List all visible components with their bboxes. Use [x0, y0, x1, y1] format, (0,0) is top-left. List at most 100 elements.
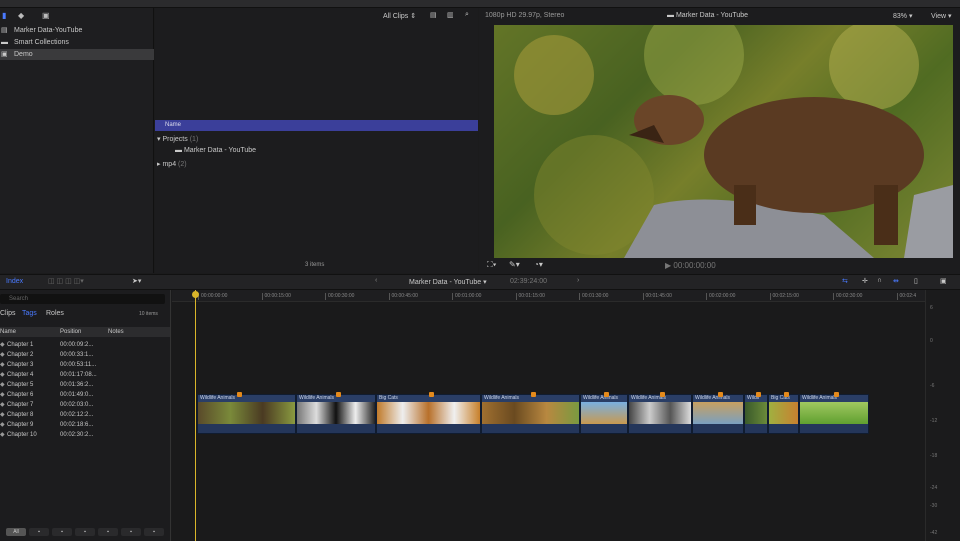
search-input[interactable]: Search [0, 294, 165, 304]
search-icon[interactable]: ⌕ [465, 11, 469, 19]
chapter-marker[interactable] [237, 392, 242, 397]
timeline-clip[interactable]: Wildlife Animals [799, 394, 869, 434]
timeline-clip[interactable]: Wildlife Animals [628, 394, 692, 434]
chapter-marker[interactable] [756, 392, 761, 397]
tab-roles[interactable]: Roles [46, 310, 64, 317]
effects-browser-icon[interactable]: ▣ [940, 277, 947, 285]
chapter-marker-icon: ◆ [0, 352, 5, 358]
projects-group[interactable]: ▾ Projects (1) [157, 135, 198, 143]
smart-collections-item[interactable]: ▬ Smart Collections [0, 37, 154, 48]
filmstrip-icon[interactable]: ▥ [447, 11, 454, 19]
solo-icon[interactable]: ∩ [877, 277, 882, 284]
filter-analysis[interactable]: ▪ [121, 528, 141, 536]
timeline-clip[interactable]: Wildlife Animals [580, 394, 628, 434]
index-button[interactable]: Index [6, 278, 23, 285]
edit-buttons[interactable]: ◫ ◫ ◫ ◫▾ [48, 277, 84, 285]
photos-icon[interactable]: ◆ [18, 11, 24, 20]
event-item-demo[interactable]: ▣ Demo [0, 49, 154, 60]
col-position[interactable]: Position [60, 327, 81, 337]
index-row[interactable]: ◆ Chapter 3 00:00:53:11... [0, 360, 170, 370]
timeline-clip[interactable]: Wildlife Animals [197, 394, 296, 434]
index-row[interactable]: ◆ Chapter 1 00:00:09:2... [0, 340, 170, 350]
titles-icon[interactable]: ▣ [42, 11, 50, 20]
chapter-marker[interactable] [604, 392, 609, 397]
timeline-clip[interactable]: Wildlife Animals [692, 394, 744, 434]
project-icon: ▬ [667, 12, 674, 19]
project-item[interactable]: ▬ Marker Data - YouTube [175, 147, 256, 154]
clip-appearance-icon[interactable]: ▯ [914, 277, 918, 285]
index-row[interactable]: ◆ Chapter 2 00:00:33:1... [0, 350, 170, 360]
bear-image [494, 25, 953, 258]
timeline-clip[interactable]: Wildlife Animals [296, 394, 376, 434]
index-row[interactable]: ◆ Chapter 5 00:01:36:2... [0, 380, 170, 390]
zoom-dropdown[interactable]: 83% ▾ [893, 12, 912, 20]
row-position: 00:00:09:2... [60, 342, 94, 348]
filter-caption[interactable]: ▪ [144, 528, 164, 536]
chapter-marker[interactable] [783, 392, 789, 397]
timeline-clip[interactable]: Wildli [744, 394, 768, 434]
name-column-header[interactable]: Name [155, 120, 478, 131]
skimming-icon[interactable]: ⇆ [842, 277, 848, 285]
enhance-icon[interactable]: ✎▾ [509, 260, 520, 269]
row-name: Chapter 4 [7, 372, 34, 378]
clip-appearance-icon[interactable]: ▤ [430, 11, 437, 19]
viewer-title: ▬ Marker Data - YouTube [667, 12, 748, 19]
chapter-marker[interactable] [660, 392, 665, 397]
chapter-marker[interactable] [428, 392, 434, 397]
chapter-marker[interactable] [530, 392, 536, 397]
mp4-group[interactable]: ▸ mp4 (2) [157, 160, 187, 168]
index-row[interactable]: ◆ Chapter 9 00:02:18:6... [0, 420, 170, 430]
row-name: Chapter 3 [7, 362, 34, 368]
timeline-clip[interactable]: Wildlife Animals [481, 394, 580, 434]
meter-scale-label: -30 [930, 503, 938, 509]
view-dropdown[interactable]: View ▾ [931, 12, 952, 20]
tab-clips[interactable]: Clips [0, 310, 16, 317]
col-name[interactable]: Name [0, 327, 16, 337]
timeline-ruler[interactable]: 00:00:00:00 00:00:15:00 00:00:30:00 00:00:4… [172, 290, 925, 302]
index-row[interactable]: ◆ Chapter 8 00:02:12:2... [0, 410, 170, 420]
col-notes[interactable]: Notes [108, 327, 124, 337]
playhead[interactable] [195, 290, 196, 541]
project-name-dropdown[interactable]: Marker Data - YouTube ▾ [409, 278, 487, 286]
filter-All[interactable]: All [6, 528, 26, 536]
chapter-marker-icon: ◆ [0, 382, 5, 388]
select-tool[interactable]: ➤▾ [132, 277, 141, 285]
transform-icon[interactable]: ⛶▾ [487, 260, 497, 270]
tab-tags[interactable]: Tags [22, 310, 37, 317]
forward-button[interactable]: › [577, 277, 579, 284]
row-position: 00:02:30:2... [60, 432, 94, 438]
ruler-tick: 00:02:00:00 [706, 293, 735, 300]
chapter-marker[interactable] [336, 392, 341, 397]
index-row[interactable]: ◆ Chapter 10 00:02:30:2... [0, 430, 170, 440]
library-label: Marker Data-YouTube [14, 27, 83, 34]
playhead-handle[interactable] [192, 291, 199, 298]
project-label: Marker Data - YouTube [183, 147, 257, 154]
filter-keyword[interactable]: ▪ [98, 528, 118, 536]
filter-todo[interactable]: ▪ [52, 528, 72, 536]
event-label: Demo [14, 51, 33, 58]
speed-icon[interactable]: ◔▾ [534, 260, 543, 269]
snapping-icon[interactable]: ⇹ [893, 277, 899, 285]
timeline-clip[interactable]: Big Cats [768, 394, 799, 434]
back-button[interactable]: ‹ [375, 277, 377, 284]
audio-skimming-icon[interactable]: ✛ [862, 277, 868, 285]
index-row[interactable]: ◆ Chapter 7 00:02:03:0... [0, 400, 170, 410]
chapter-marker[interactable] [834, 392, 839, 397]
filter-marker[interactable]: ▪ [29, 528, 49, 536]
filter-chapter[interactable]: ▪ [75, 528, 95, 536]
meter-scale-label: 6 [930, 305, 933, 311]
libraries-icon[interactable]: ▮ [2, 11, 6, 20]
chapter-marker[interactable] [718, 392, 723, 397]
row-name: Chapter 5 [7, 382, 34, 388]
tag-count: 10 items [139, 311, 158, 317]
ruler-tick: 00:02:15:00 [769, 293, 799, 300]
row-name: Chapter 1 [7, 342, 34, 348]
index-row[interactable]: ◆ Chapter 4 00:01:17:08... [0, 370, 170, 380]
clip-filmstrip [745, 402, 767, 424]
chapter-marker-icon: ◆ [0, 402, 5, 408]
index-row[interactable]: ◆ Chapter 6 00:01:49:0... [0, 390, 170, 400]
timeline-clip[interactable]: Big Cats [376, 394, 481, 434]
play-timecode[interactable]: ▶ 00:00:00:00 [665, 261, 716, 270]
library-item[interactable]: ▤ Marker Data-YouTube [0, 25, 154, 36]
clip-filter-dropdown[interactable]: All Clips ⇕ [383, 12, 416, 20]
